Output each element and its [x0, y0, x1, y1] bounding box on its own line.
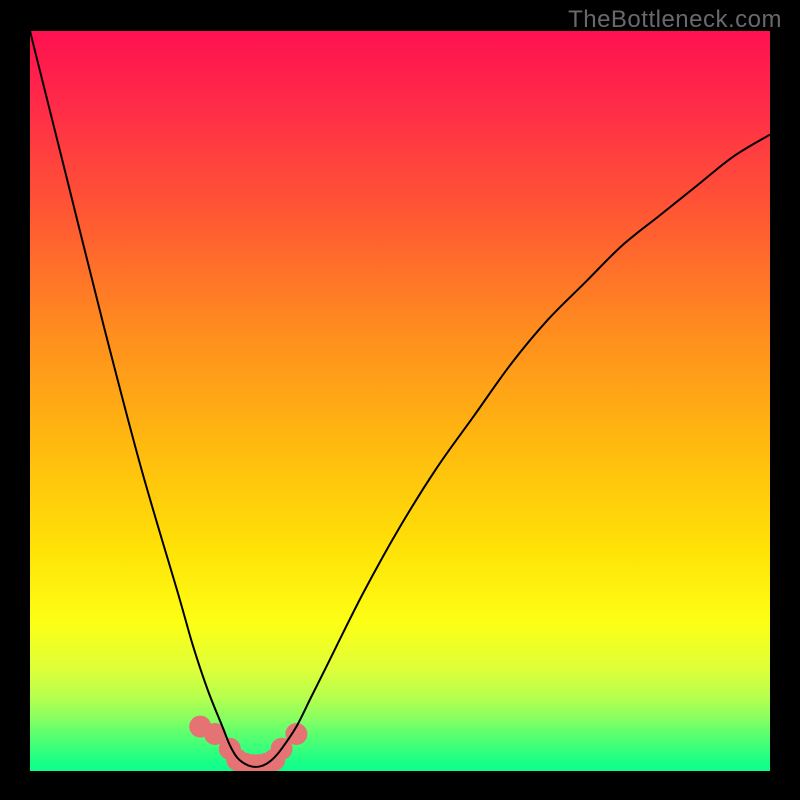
watermark-text: TheBottleneck.com: [568, 6, 782, 34]
bottleneck-curve: [30, 31, 770, 767]
curve-layer: [30, 31, 770, 771]
plot-area: [30, 31, 770, 771]
chart-container: TheBottleneck.com: [0, 0, 800, 800]
marker-series: [189, 716, 307, 771]
